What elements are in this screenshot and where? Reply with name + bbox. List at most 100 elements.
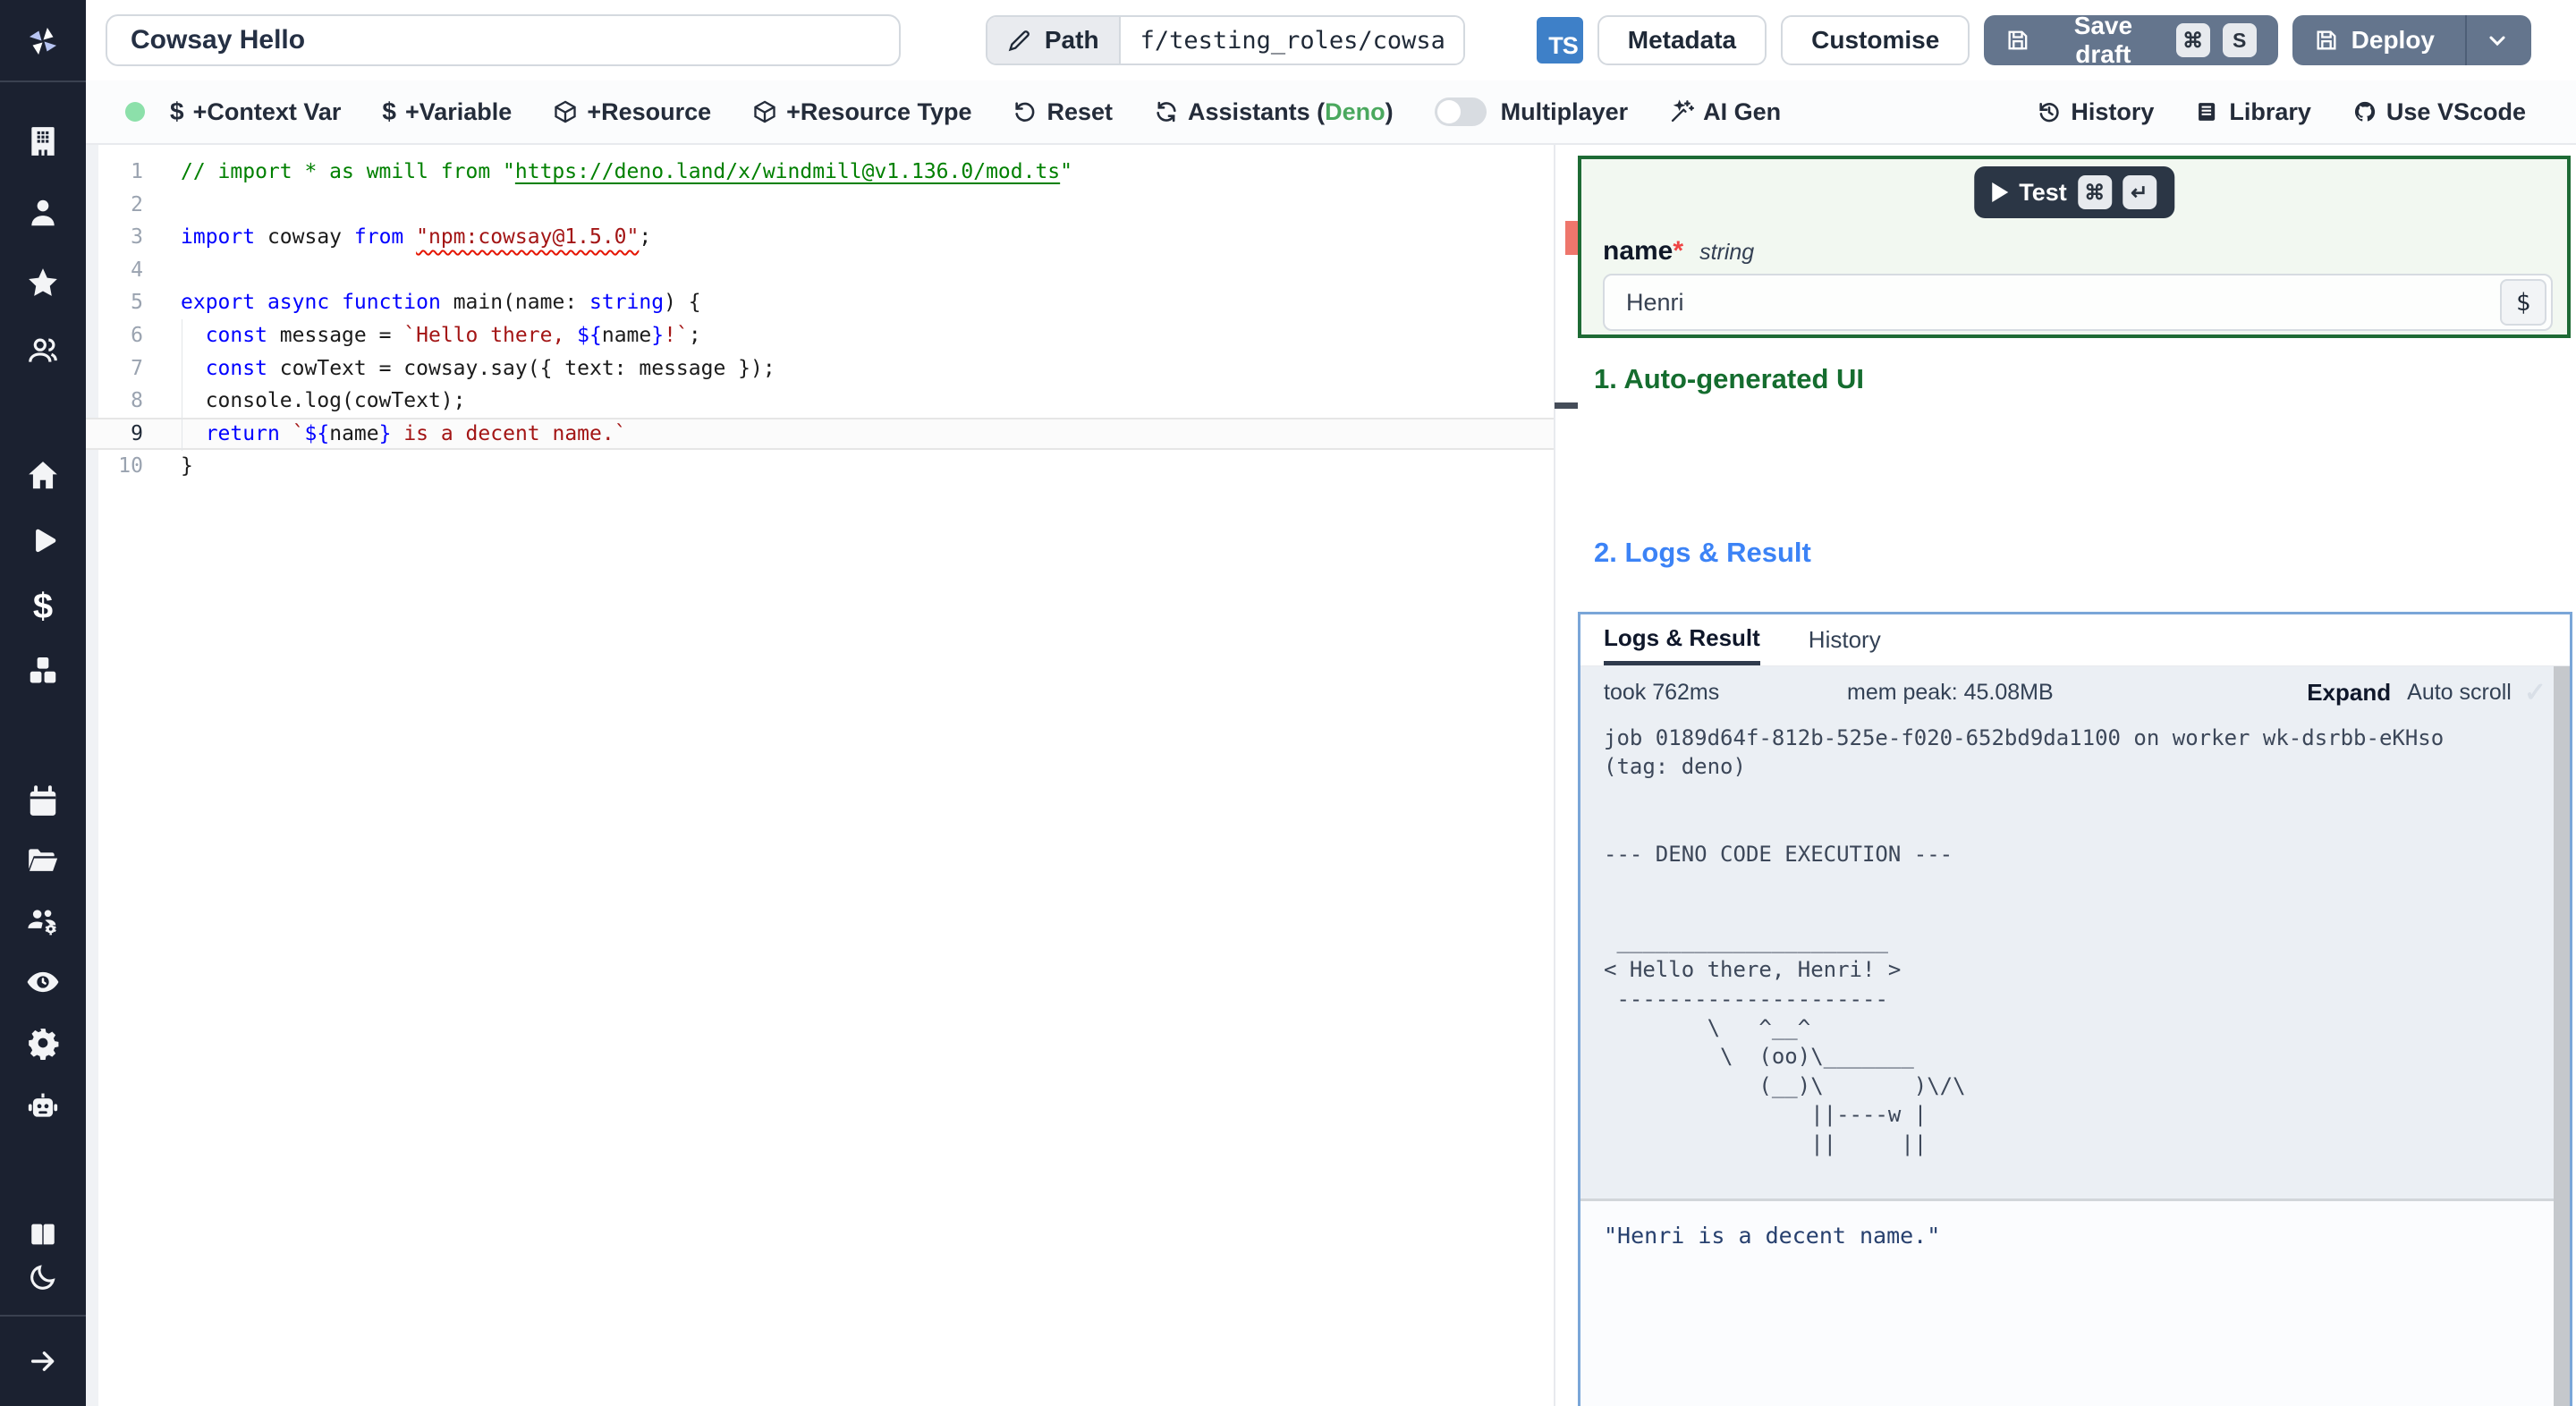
check-icon: ✓ [2523,677,2546,707]
variable-picker-button[interactable]: $ [2500,279,2546,326]
book-icon [31,1224,55,1245]
editor-overview-ruler[interactable] [1554,145,1580,1406]
reset-icon [1015,102,1035,122]
add-resource-button[interactable]: +Resource [553,98,711,126]
sidebar-item-runs[interactable] [14,515,72,569]
sidebar-item-ai[interactable] [14,1079,72,1132]
multiplayer-label: Multiplayer [1500,97,1629,125]
folder-icon [29,849,58,871]
sidebar-item-variables[interactable]: $ [14,580,72,633]
sidebar-item-schedules[interactable] [14,775,72,828]
arrow-right-icon [30,1351,55,1371]
section-auto-ui: 1. Auto-generated UI [1594,363,1864,394]
sidebar-item-workspace[interactable] [14,114,72,168]
reset-button[interactable]: Reset [1013,98,1113,126]
sidebar-item-workers[interactable] [14,894,72,948]
code-line[interactable]: 3 import cowsay from "npm:cowsay@1.5.0"; [86,221,1554,254]
expand-button[interactable]: Expand [2307,679,2391,707]
add-variable-button[interactable]: $ +Variable [382,97,512,126]
assistants-button[interactable]: Assistants (Deno) [1154,98,1394,126]
add-context-var-button[interactable]: $ +Context Var [170,97,341,126]
code-text: const message = `Hello there, ${name}!`; [205,323,701,347]
memory-stat: mem peak: 45.08MB [1847,679,2054,705]
code-editor[interactable]: 1 // import * as wmill from "https://deno… [86,145,1554,1406]
sidebar-item-favorites[interactable] [14,256,72,309]
add-resource-type-button[interactable]: +Resource Type [752,98,971,126]
autoscroll-toggle[interactable]: Auto scroll [2407,680,2512,706]
library-label: Library [2229,97,2311,125]
code-line[interactable]: 2 [86,189,1554,222]
tab-history[interactable]: History [1809,614,1881,665]
sidebar: $ [0,0,86,1406]
code-text: const cowText = cowsay.say({ text: messa… [205,356,775,380]
run-panel: Test ⌘ ↵ name * string $ 1. Auto-generat… [1578,145,2576,1406]
name-input[interactable] [1605,288,2500,317]
sidebar-divider-bottom [0,1315,86,1317]
test-button[interactable]: Test ⌘ ↵ [1974,166,2174,218]
line-number: 5 [131,291,143,315]
refresh-icon [1157,101,1176,123]
moon-icon [30,1265,55,1290]
add-resource-type-label: +Resource Type [786,97,972,125]
windmill-logo[interactable] [14,14,72,68]
sidebar-item-dark-mode[interactable] [14,1250,72,1304]
toggle-knob [1436,100,1461,123]
play-icon [36,529,56,553]
kbd-enter: ↵ [2122,175,2157,209]
code-line[interactable]: 8 console.log(cowText); [86,385,1554,418]
sidebar-item-user[interactable] [14,186,72,240]
error-marker [1565,221,1579,255]
script-title-input[interactable] [106,14,901,66]
field-label: name * string [1603,236,1754,267]
star-icon [29,268,57,296]
logs-tabs: Logs & Result History [1580,614,2570,666]
line-number: 1 [131,160,143,183]
line-number: 4 [131,258,143,282]
code-line[interactable]: 9 return `${name} is a decent name.` [86,417,1554,451]
multiplayer-toggle[interactable] [1434,97,1487,126]
add-variable-label: +Variable [404,97,513,125]
sidebar-item-home[interactable] [14,449,72,503]
logs-scrollbar[interactable] [2554,666,2570,1406]
sidebar-divider [0,80,86,82]
status-dot [125,102,145,122]
robot-icon [28,1093,58,1117]
deploy-dropdown[interactable] [2465,15,2510,65]
code-line[interactable]: 1 // import * as wmill from "https://deno… [86,156,1554,189]
logs-panel: Logs & Result History took 762ms mem pea… [1578,612,2572,1406]
ai-gen-button[interactable]: AI Gen [1669,98,1781,126]
code-line[interactable]: 10} [86,450,1554,483]
sidebar-item-audit[interactable] [14,955,72,1009]
scroll-marker [1555,402,1580,409]
sidebar-item-resources[interactable] [14,644,72,698]
save-draft-button[interactable]: Save draft ⌘ S [1984,12,2278,68]
sidebar-item-settings[interactable] [14,1016,72,1070]
tab-logs-result[interactable]: Logs & Result [1604,614,1760,665]
field-name: name [1603,236,1674,266]
library-button[interactable]: Library [2195,98,2311,126]
gear-icon [29,1029,59,1060]
run-stats: took 762ms mem peak: 45.08MB Expand Auto… [1580,666,2570,718]
dollar-icon: $ [170,97,184,125]
sidebar-expand[interactable] [14,1334,72,1388]
metadata-button[interactable]: Metadata [1597,15,1767,65]
customise-button[interactable]: Customise [1781,15,1970,65]
code-line[interactable]: 7 const cowText = cowsay.say({ text: mes… [86,352,1554,385]
use-vscode-button[interactable]: Use VScode [2352,98,2526,126]
sidebar-item-groups[interactable] [14,324,72,377]
code-line[interactable]: 6 const message = `Hello there, ${name}!… [86,319,1554,352]
dollar-icon: $ [382,97,396,125]
code-text: return `${name} is a decent name.` [205,421,627,445]
result-value: "Henri is a decent name." [1604,1223,1941,1249]
line-number: 3 [131,225,143,250]
kbd-cmd: ⌘ [2175,23,2210,57]
code-line[interactable]: 4 [86,254,1554,287]
sidebar-item-folders[interactable] [14,834,72,887]
ai-gen-label: AI Gen [1703,97,1782,125]
history-button[interactable]: History [2037,98,2154,126]
deploy-button[interactable]: Deploy [2292,15,2532,65]
code-line[interactable]: 5 export async function main(name: string… [86,286,1554,319]
path-button[interactable]: Path f/testing_roles/cowsa [985,15,1465,65]
history-label: History [2071,97,2155,125]
